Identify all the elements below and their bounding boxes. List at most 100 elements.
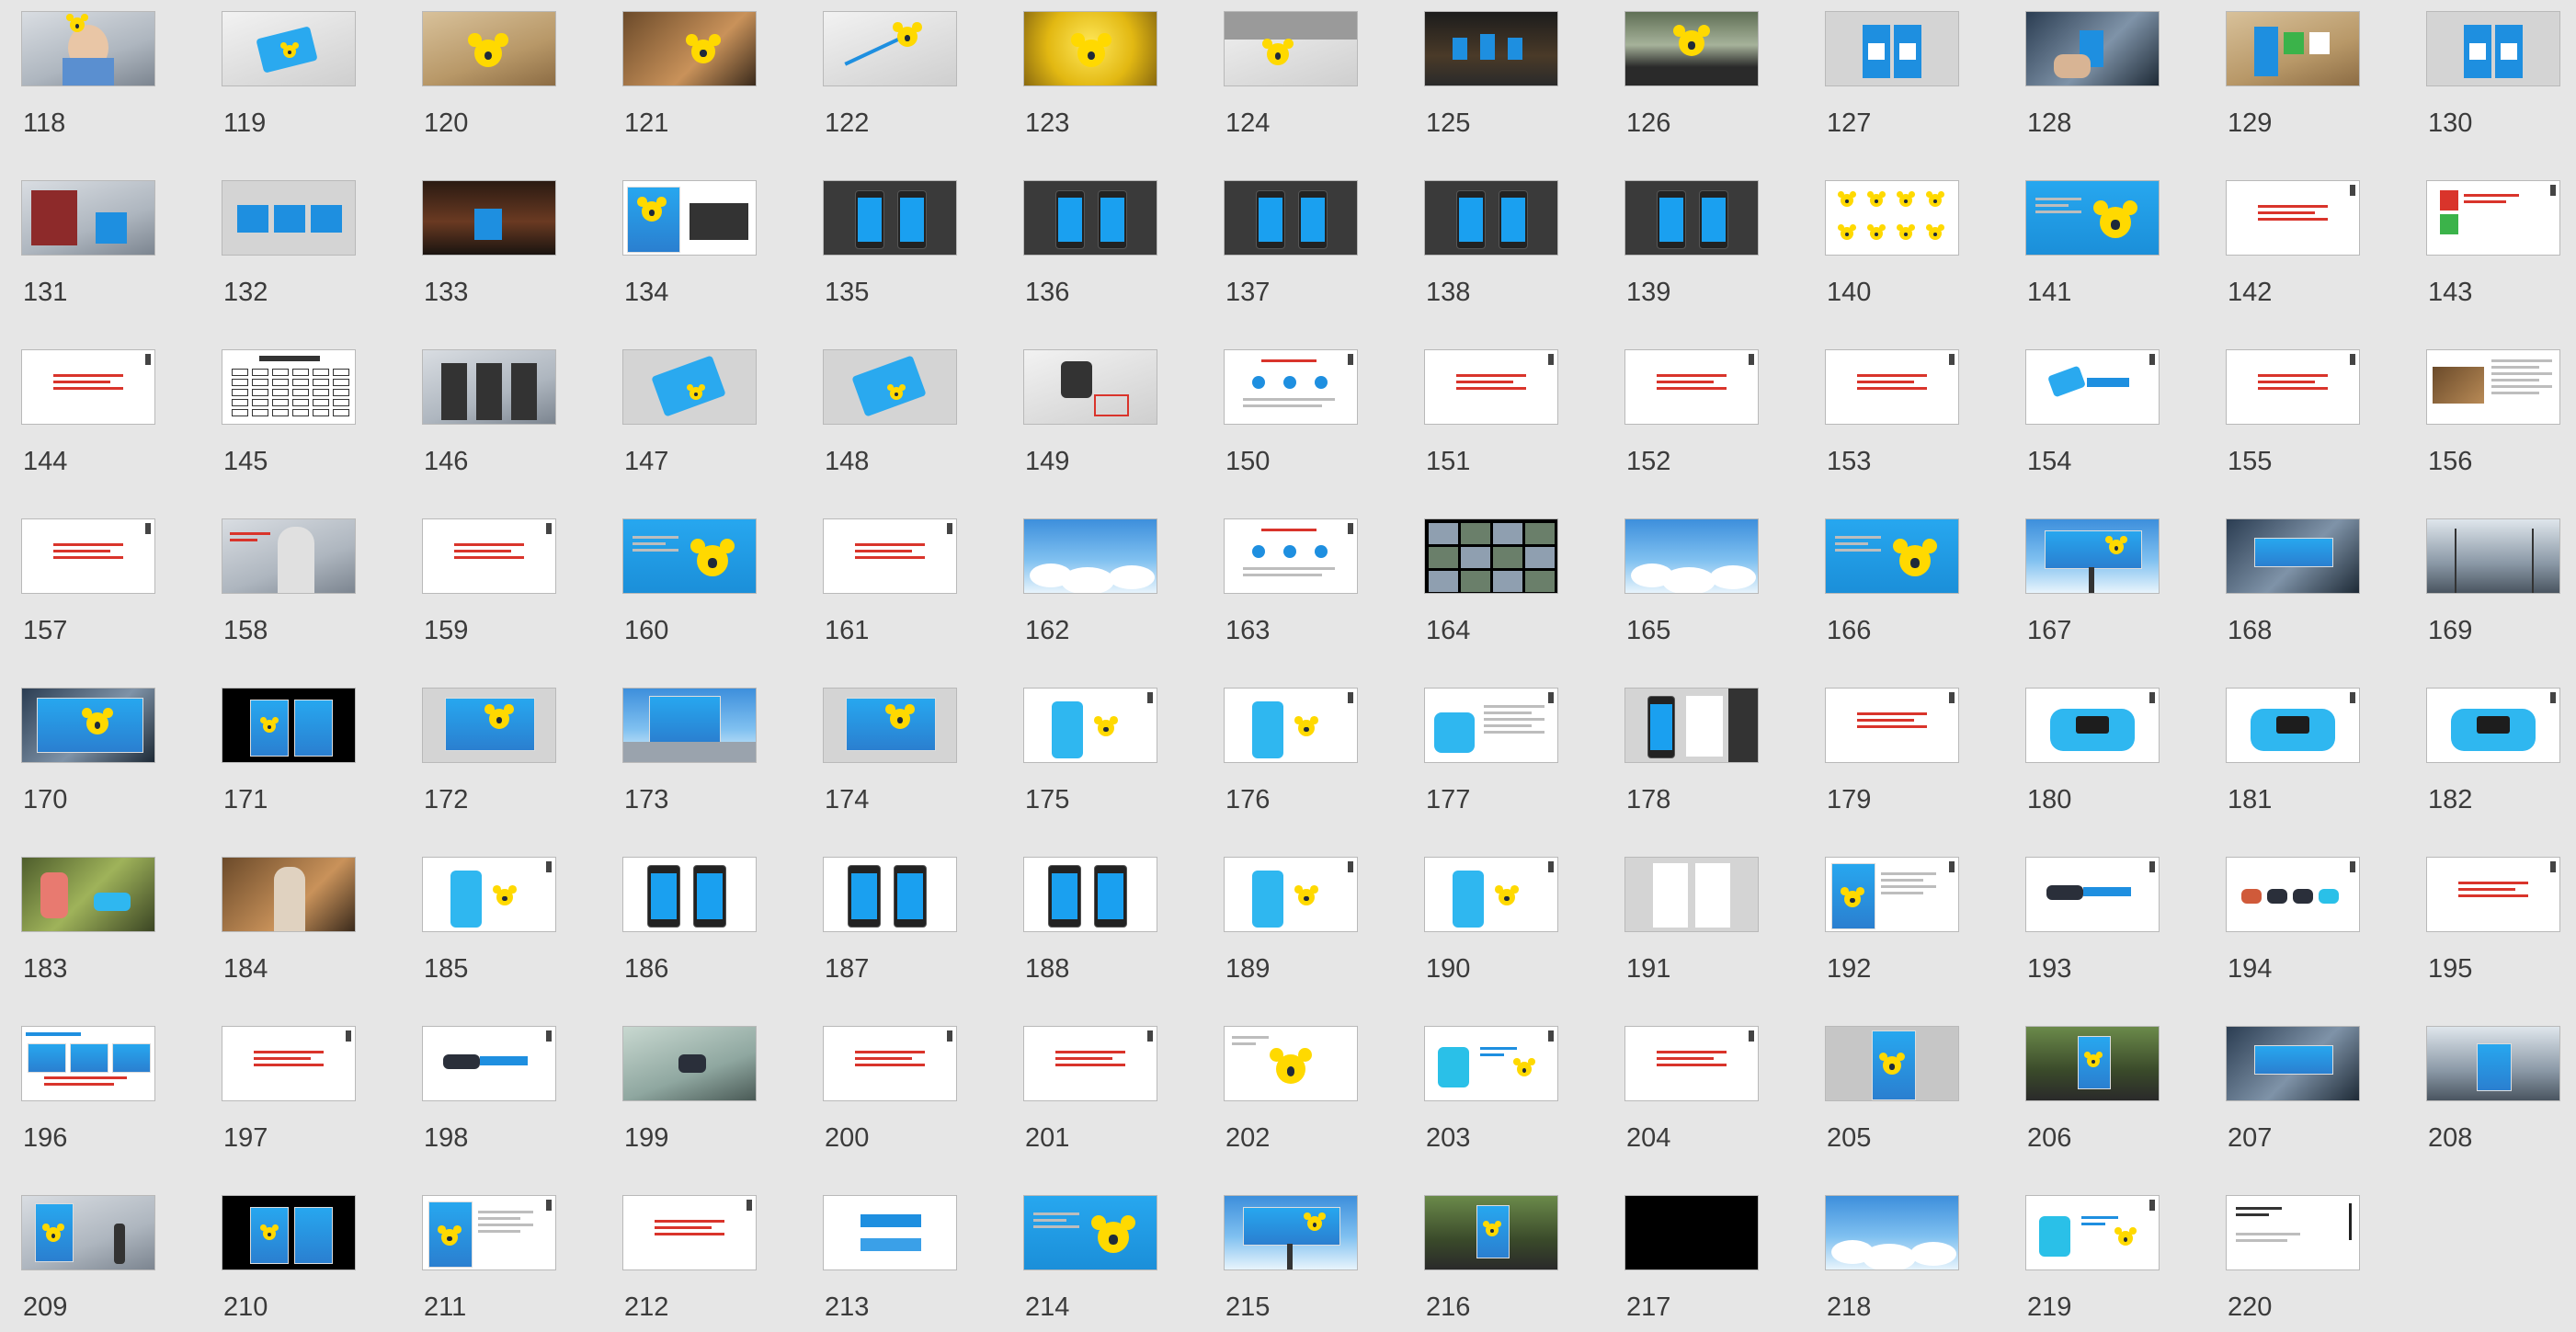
- slide-thumbnail[interactable]: [422, 180, 556, 256]
- slide-thumbnail[interactable]: [622, 688, 757, 763]
- slide-thumbnail[interactable]: [1224, 11, 1358, 86]
- slide-thumbnail[interactable]: [622, 1026, 757, 1101]
- slide-thumbnail[interactable]: [1424, 11, 1558, 86]
- slide-thumbnail[interactable]: [1624, 11, 1759, 86]
- slide-thumbnail[interactable]: [823, 11, 957, 86]
- slide-thumbnail[interactable]: [222, 1195, 356, 1270]
- slide-thumbnail[interactable]: [2226, 688, 2360, 763]
- slide-thumbnail[interactable]: [2025, 180, 2160, 256]
- slide-thumbnail[interactable]: [1825, 1195, 1959, 1270]
- slide-thumbnail[interactable]: [823, 688, 957, 763]
- slide-thumbnail[interactable]: [1624, 518, 1759, 594]
- slide-thumbnail[interactable]: [422, 688, 556, 763]
- slide-thumbnail[interactable]: [1424, 688, 1558, 763]
- slide-thumbnail[interactable]: [1825, 349, 1959, 425]
- slide-thumbnail[interactable]: [2226, 180, 2360, 256]
- slide-thumbnail[interactable]: [21, 349, 155, 425]
- slide-thumbnail[interactable]: [2426, 857, 2560, 932]
- slide-thumbnail[interactable]: [2226, 518, 2360, 594]
- slide-thumbnail[interactable]: [823, 1195, 957, 1270]
- slide-thumbnail[interactable]: [2025, 1195, 2160, 1270]
- slide-thumbnail[interactable]: [2426, 349, 2560, 425]
- slide-thumbnail[interactable]: [1023, 349, 1157, 425]
- slide-thumbnail[interactable]: [2025, 688, 2160, 763]
- slide-thumbnail[interactable]: [1825, 518, 1959, 594]
- slide-thumbnail[interactable]: [1023, 857, 1157, 932]
- slide-thumbnail[interactable]: [422, 857, 556, 932]
- slide-thumbnail[interactable]: [222, 349, 356, 425]
- slide-thumbnail[interactable]: [1224, 180, 1358, 256]
- slide-thumbnail[interactable]: [1825, 1026, 1959, 1101]
- slide-thumbnail[interactable]: [21, 518, 155, 594]
- slide-thumbnail[interactable]: [422, 349, 556, 425]
- slide-thumbnail[interactable]: [2226, 1026, 2360, 1101]
- slide-thumbnail[interactable]: [823, 857, 957, 932]
- slide-thumbnail[interactable]: [2426, 180, 2560, 256]
- slide-thumbnail[interactable]: [1023, 11, 1157, 86]
- slide-thumbnail[interactable]: [1825, 180, 1959, 256]
- slide-thumbnail[interactable]: [21, 1026, 155, 1101]
- slide-thumbnail[interactable]: [1424, 518, 1558, 594]
- slide-thumbnail[interactable]: [222, 518, 356, 594]
- slide-thumbnail[interactable]: [2226, 11, 2360, 86]
- slide-thumbnail[interactable]: [21, 11, 155, 86]
- slide-thumbnail[interactable]: [823, 1026, 957, 1101]
- slide-thumbnail[interactable]: [2025, 1026, 2160, 1101]
- slide-thumbnail[interactable]: [1424, 180, 1558, 256]
- slide-thumbnail[interactable]: [222, 1026, 356, 1101]
- slide-thumbnail[interactable]: [1023, 518, 1157, 594]
- slide-thumbnail[interactable]: [1424, 349, 1558, 425]
- slide-thumbnail[interactable]: [622, 180, 757, 256]
- slide-thumbnail[interactable]: [422, 1195, 556, 1270]
- slide-thumbnail[interactable]: [2426, 1026, 2560, 1101]
- slide-thumbnail[interactable]: [1424, 857, 1558, 932]
- slide-thumbnail[interactable]: [2226, 1195, 2360, 1270]
- slide-thumbnail[interactable]: [1624, 857, 1759, 932]
- slide-thumbnail[interactable]: [1224, 1026, 1358, 1101]
- slide-thumbnail[interactable]: [1624, 180, 1759, 256]
- slide-thumbnail[interactable]: [422, 1026, 556, 1101]
- slide-thumbnail[interactable]: [21, 857, 155, 932]
- slide-thumbnail[interactable]: [1224, 688, 1358, 763]
- slide-thumbnail[interactable]: [2426, 688, 2560, 763]
- slide-thumbnail[interactable]: [2025, 518, 2160, 594]
- slide-thumbnail[interactable]: [622, 857, 757, 932]
- slide-thumbnail[interactable]: [1624, 1195, 1759, 1270]
- slide-thumbnail[interactable]: [1023, 1195, 1157, 1270]
- slide-thumbnail[interactable]: [222, 11, 356, 86]
- slide-thumbnail[interactable]: [1224, 518, 1358, 594]
- slide-thumbnail[interactable]: [1224, 1195, 1358, 1270]
- slide-thumbnail[interactable]: [1424, 1026, 1558, 1101]
- slide-thumbnail[interactable]: [2426, 11, 2560, 86]
- slide-thumbnail[interactable]: [422, 11, 556, 86]
- slide-thumbnail[interactable]: [1825, 11, 1959, 86]
- slide-thumbnail[interactable]: [2025, 11, 2160, 86]
- slide-thumbnail[interactable]: [1424, 1195, 1558, 1270]
- slide-thumbnail[interactable]: [622, 1195, 757, 1270]
- slide-thumbnail[interactable]: [1624, 688, 1759, 763]
- slide-thumbnail[interactable]: [2025, 349, 2160, 425]
- slide-thumbnail[interactable]: [21, 1195, 155, 1270]
- slide-thumbnail[interactable]: [823, 518, 957, 594]
- slide-thumbnail[interactable]: [222, 688, 356, 763]
- slide-thumbnail[interactable]: [622, 11, 757, 86]
- slide-thumbnail[interactable]: [1825, 688, 1959, 763]
- slide-thumbnail[interactable]: [823, 180, 957, 256]
- slide-thumbnail[interactable]: [21, 688, 155, 763]
- slide-thumbnail[interactable]: [622, 349, 757, 425]
- slide-thumbnail[interactable]: [2426, 518, 2560, 594]
- slide-thumbnail[interactable]: [1224, 349, 1358, 425]
- slide-thumbnail[interactable]: [823, 349, 957, 425]
- slide-thumbnail[interactable]: [1624, 349, 1759, 425]
- slide-thumbnail[interactable]: [2226, 349, 2360, 425]
- slide-thumbnail[interactable]: [1023, 1026, 1157, 1101]
- slide-thumbnail[interactable]: [21, 180, 155, 256]
- slide-thumbnail[interactable]: [222, 180, 356, 256]
- slide-thumbnail[interactable]: [1023, 688, 1157, 763]
- slide-thumbnail[interactable]: [1023, 180, 1157, 256]
- slide-thumbnail[interactable]: [1224, 857, 1358, 932]
- slide-thumbnail[interactable]: [222, 857, 356, 932]
- slide-thumbnail[interactable]: [1624, 1026, 1759, 1101]
- slide-thumbnail[interactable]: [2226, 857, 2360, 932]
- slide-thumbnail[interactable]: [2025, 857, 2160, 932]
